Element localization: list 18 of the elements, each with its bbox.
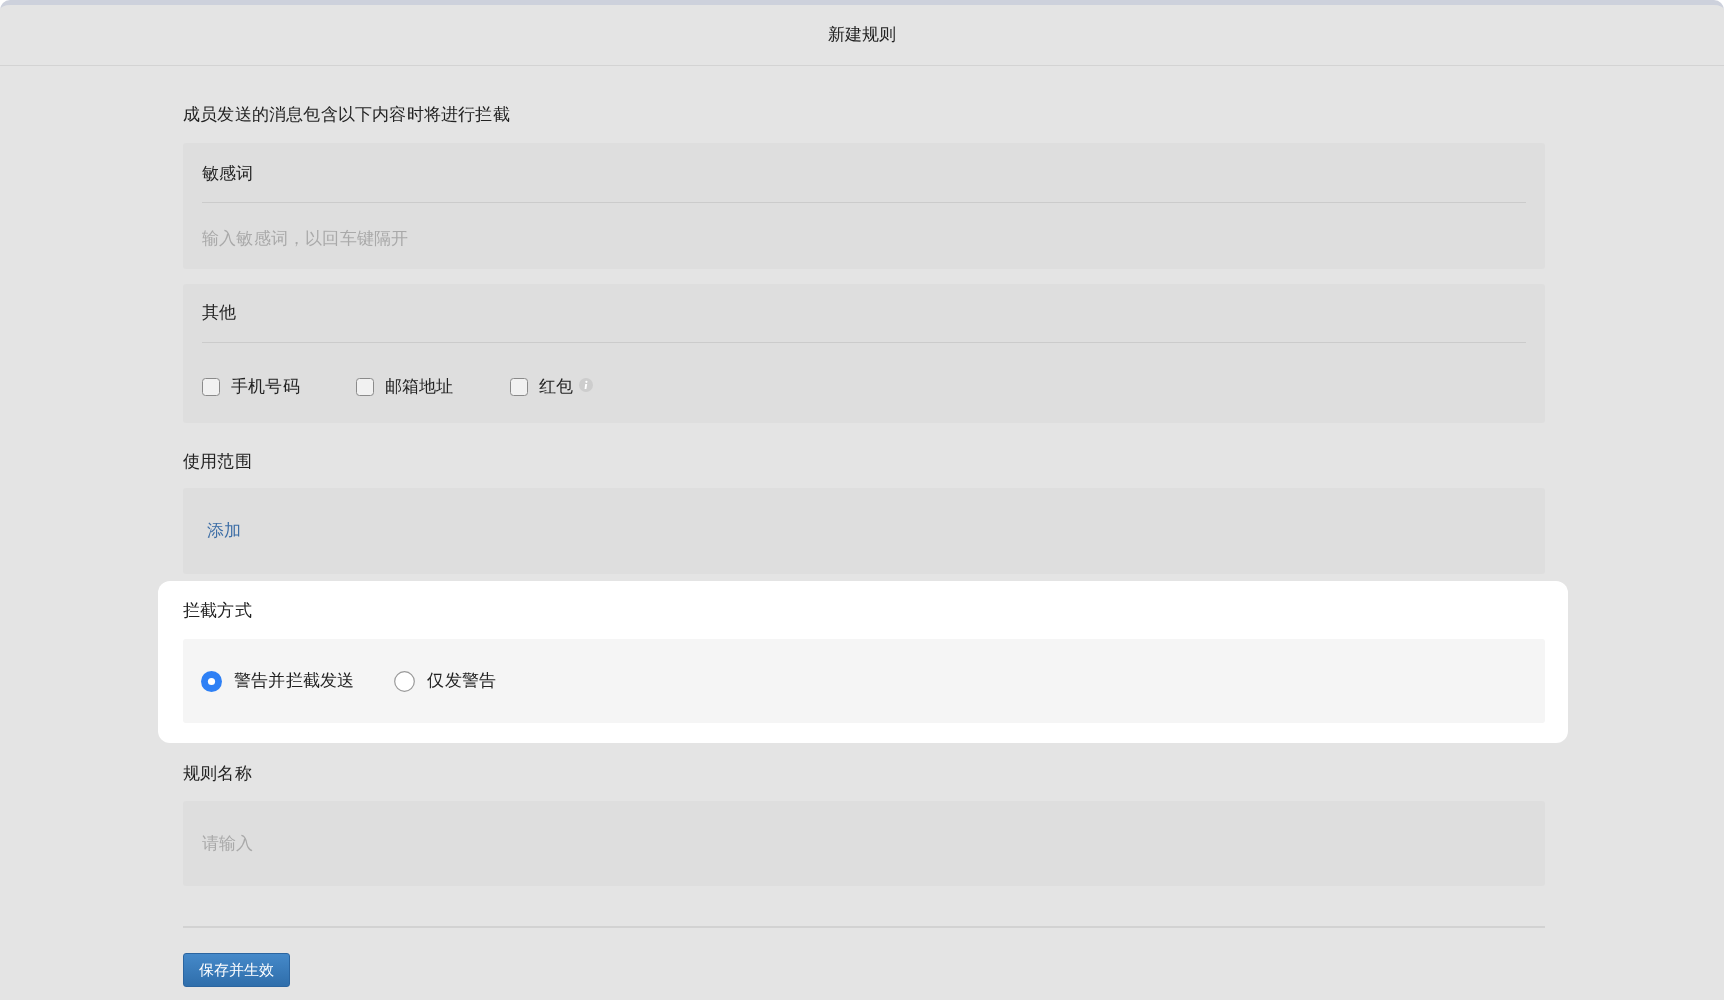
- checkbox[interactable]: [202, 378, 220, 396]
- radio-label: 仅发警告: [427, 670, 497, 692]
- checkbox[interactable]: [509, 378, 528, 396]
- info-icon[interactable]: [579, 378, 594, 392]
- checkbox-label: 红包: [538, 376, 574, 398]
- description-text: 成员发送的消息包含以下内容时将进行拦截: [183, 104, 511, 126]
- add-link[interactable]: 添加: [207, 519, 242, 543]
- save-button[interactable]: 保存并生效: [183, 953, 290, 987]
- checkbox-label: 邮箱地址: [384, 376, 454, 398]
- checkbox[interactable]: [355, 378, 374, 396]
- window-title: 新建规则: [827, 24, 897, 46]
- section-label: 规则名称: [183, 763, 253, 785]
- radio-label: 警告并拦截发送: [234, 670, 355, 692]
- section-label: 拦截方式: [183, 600, 253, 622]
- checkbox-label: 手机号码: [231, 376, 300, 398]
- radio-button[interactable]: [394, 670, 416, 692]
- radio-button[interactable]: [201, 670, 222, 692]
- section-label: 使用范围: [183, 451, 253, 473]
